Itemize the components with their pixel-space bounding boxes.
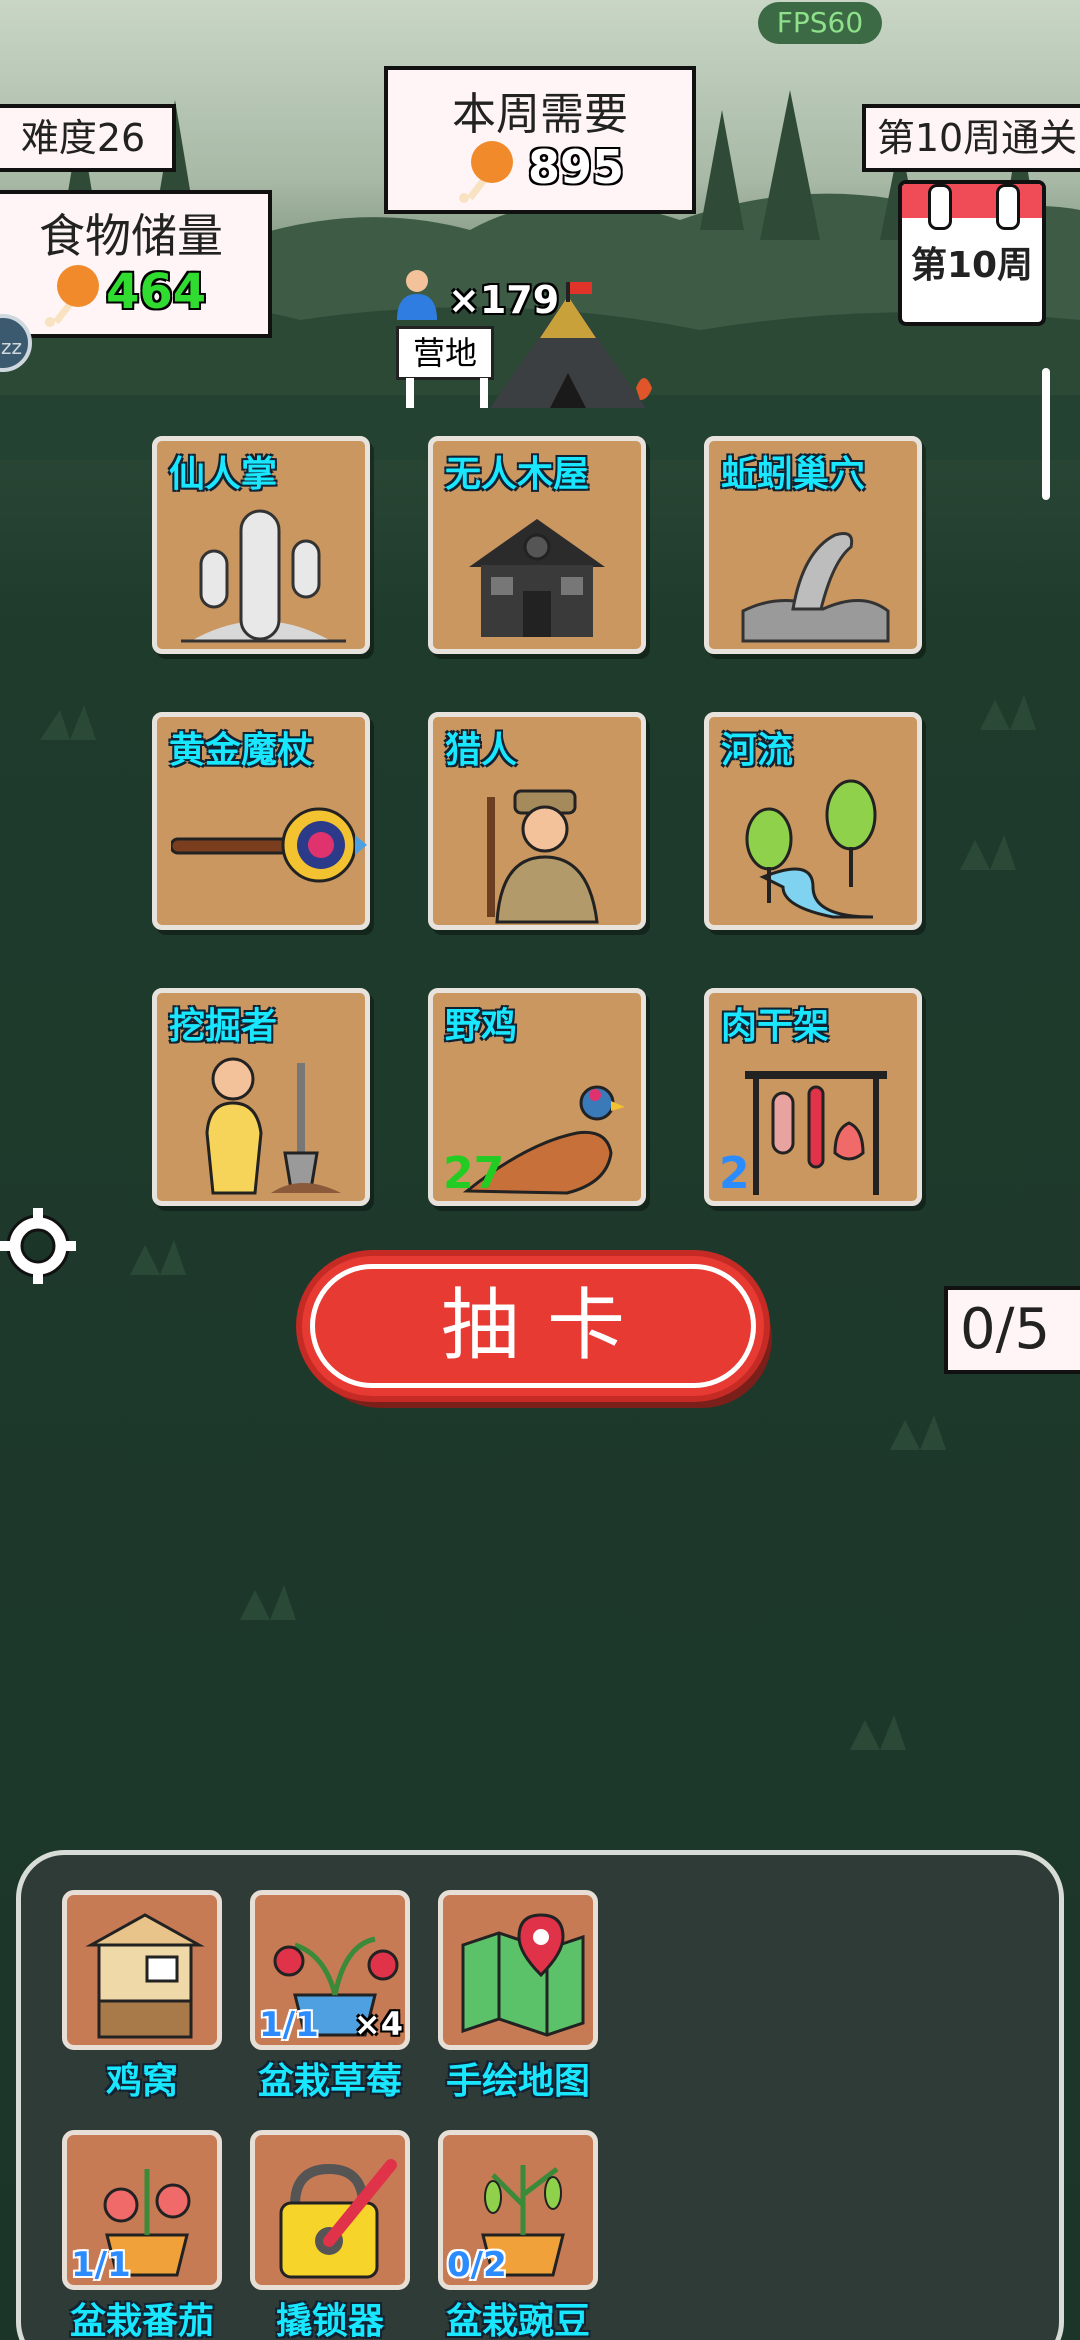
item-name: 手绘地图 [445,2061,590,2102]
calendar-ring [928,184,952,230]
drumstick-icon [40,264,100,332]
food-storage-title: 食物储量 [39,209,223,263]
calendar-widget[interactable]: 第10周 [898,180,1046,326]
calendar-header [902,184,1042,218]
fps-counter: FPS60 [758,2,882,44]
item-potted-pea[interactable]: 0/2 [438,2130,598,2290]
scroll-indicator[interactable] [1042,368,1050,500]
item-lockpick[interactable] [250,2130,410,2290]
item-quantity: 1/1 [259,2005,319,2045]
weekly-need-panel: 本周需要 895 [384,66,696,214]
item-hand-drawn-map[interactable] [438,1890,598,2050]
game-scene: FPS60 难度26 本周需要 895 第10周通关 食物储量 464 zz ×… [0,0,1080,2340]
food-storage-value: 464 [106,264,207,320]
item-potted-strawberry[interactable]: 1/1 ×4 [250,1890,410,2050]
lockpick-icon [279,2159,397,2279]
clear-week-label: 第10周通关 [862,104,1080,172]
item-multiplier: ×4 [353,2005,403,2043]
chicken-coop-icon [85,1913,205,2039]
difficulty-label: 难度26 [0,104,176,172]
item-name: 盆栽草莓 [257,2061,402,2102]
grass-decoration [40,695,1036,1750]
item-name: 鸡窝 [105,2061,178,2102]
calendar-week: 第10周 [910,245,1034,286]
weekly-need-title: 本周需要 [452,89,628,140]
item-name: 盆栽番茄 [69,2301,214,2340]
item-name: 盆栽豌豆 [445,2301,590,2340]
item-potted-tomato[interactable]: 1/1 [62,2130,222,2290]
food-storage-panel: 食物储量 464 [0,190,272,338]
hand-drawn-map-icon [461,1913,585,2037]
camp-tents [406,282,652,408]
item-quantity: 0/2 [447,2245,507,2285]
weekly-need-value: 895 [528,140,625,194]
drumstick-icon [454,140,514,208]
item-chicken-coop[interactable] [62,1890,222,2050]
calendar-ring [996,184,1020,230]
item-quantity: 1/1 [71,2245,131,2285]
item-name: 撬锁器 [275,2301,384,2340]
